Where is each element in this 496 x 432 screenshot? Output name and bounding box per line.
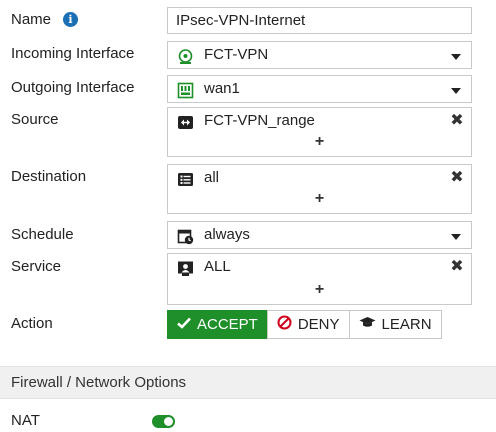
service-icon — [177, 260, 194, 277]
add-source-icon[interactable]: + — [315, 134, 324, 150]
action-toggle-group: ACCEPT DENY LEARN — [167, 310, 442, 339]
name-input-value: IPsec-VPN-Internet — [176, 12, 306, 29]
deny-icon — [277, 315, 292, 334]
nat-toggle[interactable] — [152, 415, 175, 428]
service-value: ALL — [204, 258, 231, 275]
learn-icon — [359, 316, 376, 333]
source-select[interactable]: FCT-VPN_range ✖ + — [167, 107, 472, 157]
outgoing-interface-select[interactable]: wan1 — [167, 75, 472, 103]
accept-label: ACCEPT — [197, 316, 258, 333]
toggle-knob — [164, 417, 173, 426]
schedule-value: always — [204, 226, 250, 243]
incoming-interface-value: FCT-VPN — [204, 46, 269, 63]
outgoing-interface-label: Outgoing Interface — [11, 79, 135, 96]
service-select[interactable]: ALL ✖ + — [167, 253, 472, 305]
accept-button[interactable]: ACCEPT — [167, 310, 268, 339]
remove-service-icon[interactable]: ✖ — [450, 259, 464, 275]
vpn-tunnel-icon — [177, 48, 194, 65]
calendar-clock-icon — [177, 228, 194, 245]
service-label: Service — [11, 258, 62, 275]
name-label: Name — [11, 11, 52, 28]
address-range-icon — [177, 114, 194, 131]
nat-label: NAT — [11, 412, 40, 429]
incoming-interface-label: Incoming Interface — [11, 45, 135, 62]
destination-label: Destination — [11, 168, 87, 185]
chevron-down-icon — [451, 54, 461, 60]
chevron-down-icon — [451, 88, 461, 94]
section-title: Firewall / Network Options — [11, 374, 187, 391]
destination-select[interactable]: all ✖ + — [167, 164, 472, 214]
port-icon — [177, 82, 194, 99]
chevron-down-icon — [451, 234, 461, 240]
check-icon — [177, 316, 191, 333]
info-icon[interactable]: i — [63, 12, 78, 27]
destination-value: all — [204, 169, 220, 186]
schedule-select[interactable]: always — [167, 221, 472, 249]
outgoing-interface-value: wan1 — [204, 80, 240, 97]
incoming-interface-select[interactable]: FCT-VPN — [167, 41, 472, 69]
deny-button[interactable]: DENY — [266, 310, 350, 339]
schedule-label: Schedule — [11, 226, 74, 243]
source-value: FCT-VPN_range — [204, 112, 315, 129]
learn-button[interactable]: LEARN — [348, 310, 442, 339]
add-destination-icon[interactable]: + — [315, 191, 324, 207]
remove-destination-icon[interactable]: ✖ — [450, 170, 464, 186]
address-list-icon — [177, 171, 194, 188]
deny-label: DENY — [297, 316, 340, 333]
name-input[interactable]: IPsec-VPN-Internet — [167, 7, 472, 34]
remove-source-icon[interactable]: ✖ — [450, 113, 464, 129]
add-service-icon[interactable]: + — [315, 282, 324, 298]
source-label: Source — [11, 111, 59, 128]
learn-label: LEARN — [381, 316, 432, 333]
firewall-network-options-header: Firewall / Network Options — [0, 366, 496, 399]
action-label: Action — [11, 315, 53, 332]
